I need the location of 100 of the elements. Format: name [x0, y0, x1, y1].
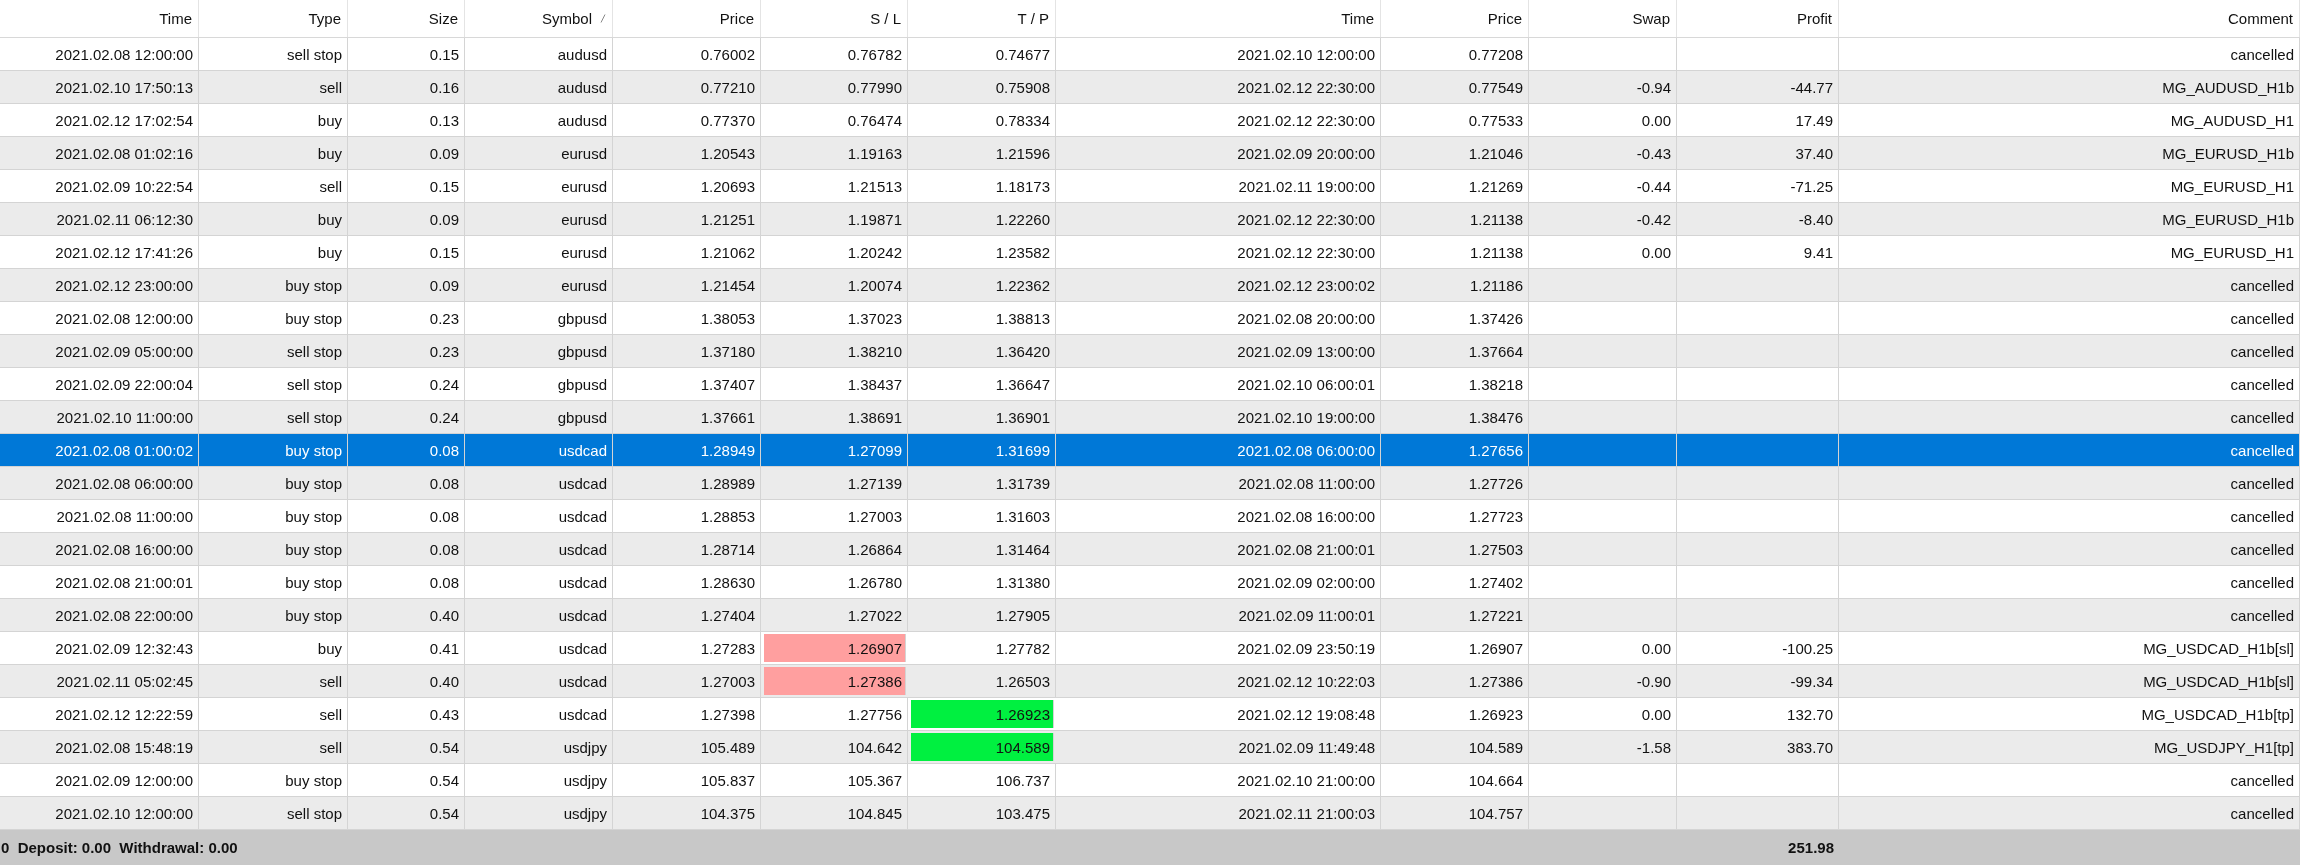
table-cell: 0.08 — [348, 467, 465, 499]
column-header[interactable]: Symbol — [465, 0, 613, 37]
table-cell: 1.20242 — [761, 236, 908, 268]
table-cell: 1.31380 — [908, 566, 1056, 598]
table-cell: 0.54 — [348, 764, 465, 796]
table-row[interactable]: 2021.02.08 01:00:02 buy stop 0.08 usdcad 1.28949 1.27099 1.31699 2021.02.08 06:00:00 1.27656 cancelled — [0, 434, 2300, 467]
table-row[interactable]: 2021.02.12 17:02:54 buy 0.13 audusd 0.77370 0.76474 0.78334 2021.02.12 22:30:00 0.77533 0.00 17.49 MG_AUDUSD_H1 — [0, 104, 2300, 137]
table-row[interactable]: 2021.02.08 21:00:01 buy stop 0.08 usdcad 1.28630 1.26780 1.31380 2021.02.09 02:00:00 1.27402 cancelled — [0, 566, 2300, 599]
table-cell: cancelled — [1839, 335, 2300, 367]
table-cell: buy stop — [199, 566, 348, 598]
table-cell: MG_USDJPY_H1[tp] — [1839, 731, 2300, 763]
table-row[interactable]: 2021.02.08 06:00:00 buy stop 0.08 usdcad 1.28989 1.27139 1.31739 2021.02.08 11:00:00 1.27726 cancelled — [0, 467, 2300, 500]
table-cell: sell stop — [199, 368, 348, 400]
table-row[interactable]: 2021.02.09 12:32:43 buy 0.41 usdcad 1.27283 1.26907 1.27782 2021.02.09 23:50:19 1.26907 0.00 -100.25 MG_USDCAD_H1b[sl] — [0, 632, 2300, 665]
table-cell: 1.21062 — [613, 236, 761, 268]
table-cell: usdjpy — [465, 731, 613, 763]
table-cell: -0.90 — [1529, 665, 1677, 697]
table-cell: 1.38813 — [908, 302, 1056, 334]
table-cell: MG_AUDUSD_H1 — [1839, 104, 2300, 136]
table-cell: 2021.02.10 12:00:00 — [1056, 38, 1381, 70]
column-header[interactable]: Price — [1381, 0, 1529, 37]
table-cell: buy stop — [199, 467, 348, 499]
table-row[interactable]: 2021.02.08 22:00:00 buy stop 0.40 usdcad 1.27404 1.27022 1.27905 2021.02.09 11:00:01 1.27221 cancelled — [0, 599, 2300, 632]
table-row[interactable]: 2021.02.08 11:00:00 buy stop 0.08 usdcad 1.28853 1.27003 1.31603 2021.02.08 16:00:00 1.27723 cancelled — [0, 500, 2300, 533]
table-cell: 1.27404 — [613, 599, 761, 631]
table-cell: buy — [199, 236, 348, 268]
column-header[interactable]: S / L — [761, 0, 908, 37]
table-cell: sell — [199, 698, 348, 730]
table-cell: 2021.02.12 17:41:26 — [0, 236, 199, 268]
table-cell: 2021.02.11 21:00:03 — [1056, 797, 1381, 829]
table-cell: 1.27003 — [613, 665, 761, 697]
table-cell: sell — [199, 731, 348, 763]
table-cell: 0.16 — [348, 71, 465, 103]
table-row[interactable]: 2021.02.09 10:22:54 sell 0.15 eurusd 1.20693 1.21513 1.18173 2021.02.11 19:00:00 1.21269 -0.44 -71.25 MG_EURUSD_H1 — [0, 170, 2300, 203]
table-cell: 0.00 — [1529, 698, 1677, 730]
table-cell: 0.08 — [348, 434, 465, 466]
column-header[interactable]: Size — [348, 0, 465, 37]
column-header[interactable]: Comment — [1839, 0, 2300, 37]
table-cell: usdcad — [465, 632, 613, 664]
table-row[interactable]: 2021.02.08 12:00:00 buy stop 0.23 gbpusd 1.38053 1.37023 1.38813 2021.02.08 20:00:00 1.37426 cancelled — [0, 302, 2300, 335]
table-cell: usdjpy — [465, 764, 613, 796]
column-header[interactable]: Time — [1056, 0, 1381, 37]
table-cell: 2021.02.08 11:00:00 — [0, 500, 199, 532]
table-row[interactable]: 2021.02.09 22:00:04 sell stop 0.24 gbpusd 1.37407 1.38437 1.36647 2021.02.10 06:00:01 1.38218 cancelled — [0, 368, 2300, 401]
table-row[interactable]: 2021.02.12 12:22:59 sell 0.43 usdcad 1.27398 1.27756 1.26923 2021.02.12 19:08:48 1.26923 0.00 132.70 MG_USDCAD_H1b[tp] — [0, 698, 2300, 731]
table-cell: 0.40 — [348, 599, 465, 631]
table-cell: 1.26907 — [1381, 632, 1529, 664]
table-cell: usdjpy — [465, 797, 613, 829]
table-cell: usdcad — [465, 434, 613, 466]
table-row[interactable]: 2021.02.08 15:48:19 sell 0.54 usdjpy 105.489 104.642 104.589 2021.02.09 11:49:48 104.589 -1.58 383.70 MG_USDJPY_H1[tp] — [0, 731, 2300, 764]
column-header[interactable]: Profit — [1677, 0, 1839, 37]
table-row[interactable]: 2021.02.11 05:02:45 sell 0.40 usdcad 1.27003 1.27386 1.26503 2021.02.12 10:22:03 1.27386 -0.90 -99.34 MG_USDCAD_H1b[sl] — [0, 665, 2300, 698]
table-cell: cancelled — [1839, 302, 2300, 334]
table-row[interactable]: 2021.02.08 16:00:00 buy stop 0.08 usdcad 1.28714 1.26864 1.31464 2021.02.08 21:00:01 1.27503 cancelled — [0, 533, 2300, 566]
table-cell: 2021.02.12 23:00:00 — [0, 269, 199, 301]
column-header[interactable]: Time — [0, 0, 199, 37]
table-row[interactable]: 2021.02.10 12:00:00 sell stop 0.54 usdjpy 104.375 104.845 103.475 2021.02.11 21:00:03 104.757 cancelled — [0, 797, 2300, 830]
table-cell: 1.21138 — [1381, 203, 1529, 235]
table-row[interactable]: 2021.02.12 17:41:26 buy 0.15 eurusd 1.21062 1.20242 1.23582 2021.02.12 22:30:00 1.21138 0.00 9.41 MG_EURUSD_H1 — [0, 236, 2300, 269]
table-cell: 2021.02.08 06:00:00 — [0, 467, 199, 499]
table-cell: buy stop — [199, 500, 348, 532]
table-cell: 132.70 — [1677, 698, 1839, 730]
table-cell: 105.367 — [761, 764, 908, 796]
table-cell: 1.22362 — [908, 269, 1056, 301]
table-row[interactable]: 2021.02.08 12:00:00 sell stop 0.15 audusd 0.76002 0.76782 0.74677 2021.02.10 12:00:00 0.77208 cancelled — [0, 38, 2300, 71]
table-cell: 1.37664 — [1381, 335, 1529, 367]
column-header[interactable]: Type — [199, 0, 348, 37]
table-row[interactable]: 2021.02.09 12:00:00 buy stop 0.54 usdjpy 105.837 105.367 106.737 2021.02.10 21:00:00 104.664 cancelled — [0, 764, 2300, 797]
table-cell: 0.15 — [348, 170, 465, 202]
table-cell: 2021.02.12 19:08:48 — [1056, 698, 1381, 730]
table-row[interactable]: 2021.02.11 06:12:30 buy 0.09 eurusd 1.21251 1.19871 1.22260 2021.02.12 22:30:00 1.21138 -0.42 -8.40 MG_EURUSD_H1b — [0, 203, 2300, 236]
table-cell: 2021.02.12 22:30:00 — [1056, 236, 1381, 268]
table-row[interactable]: 2021.02.08 01:02:16 buy 0.09 eurusd 1.20543 1.19163 1.21596 2021.02.09 20:00:00 1.21046 -0.43 37.40 MG_EURUSD_H1b — [0, 137, 2300, 170]
table-row[interactable]: 2021.02.12 23:00:00 buy stop 0.09 eurusd 1.21454 1.20074 1.22362 2021.02.12 23:00:02 1.21186 cancelled — [0, 269, 2300, 302]
table-cell: 1.27656 — [1381, 434, 1529, 466]
table-cell: eurusd — [465, 137, 613, 169]
table-row[interactable]: 2021.02.10 11:00:00 sell stop 0.24 gbpusd 1.37661 1.38691 1.36901 2021.02.10 19:00:00 1.38476 cancelled — [0, 401, 2300, 434]
table-cell: buy stop — [199, 302, 348, 334]
table-cell: 1.27099 — [761, 434, 908, 466]
table-cell: -0.42 — [1529, 203, 1677, 235]
table-cell: buy — [199, 104, 348, 136]
column-header[interactable]: T / P — [908, 0, 1056, 37]
table-cell: 2021.02.10 17:50:13 — [0, 71, 199, 103]
table-cell: MG_EURUSD_H1b — [1839, 137, 2300, 169]
table-cell: 0.24 — [348, 401, 465, 433]
table-cell: cancelled — [1839, 566, 2300, 598]
table-cell: 0.76002 — [613, 38, 761, 70]
table-row[interactable]: 2021.02.09 05:00:00 sell stop 0.23 gbpusd 1.37180 1.38210 1.36420 2021.02.09 13:00:00 1.37664 cancelled — [0, 335, 2300, 368]
table-cell: cancelled — [1839, 401, 2300, 433]
column-header[interactable]: Swap — [1529, 0, 1677, 37]
table-cell: MG_AUDUSD_H1b — [1839, 71, 2300, 103]
table-cell: cancelled — [1839, 269, 2300, 301]
table-cell: 1.31699 — [908, 434, 1056, 466]
table-cell: cancelled — [1839, 434, 2300, 466]
table-cell: eurusd — [465, 170, 613, 202]
table-cell: 0.75908 — [908, 71, 1056, 103]
table-cell: 0.09 — [348, 203, 465, 235]
column-header[interactable]: Price — [613, 0, 761, 37]
table-cell: 1.27726 — [1381, 467, 1529, 499]
table-row[interactable]: 2021.02.10 17:50:13 sell 0.16 audusd 0.77210 0.77990 0.75908 2021.02.12 22:30:00 0.77549 -0.94 -44.77 MG_AUDUSD_H1b — [0, 71, 2300, 104]
